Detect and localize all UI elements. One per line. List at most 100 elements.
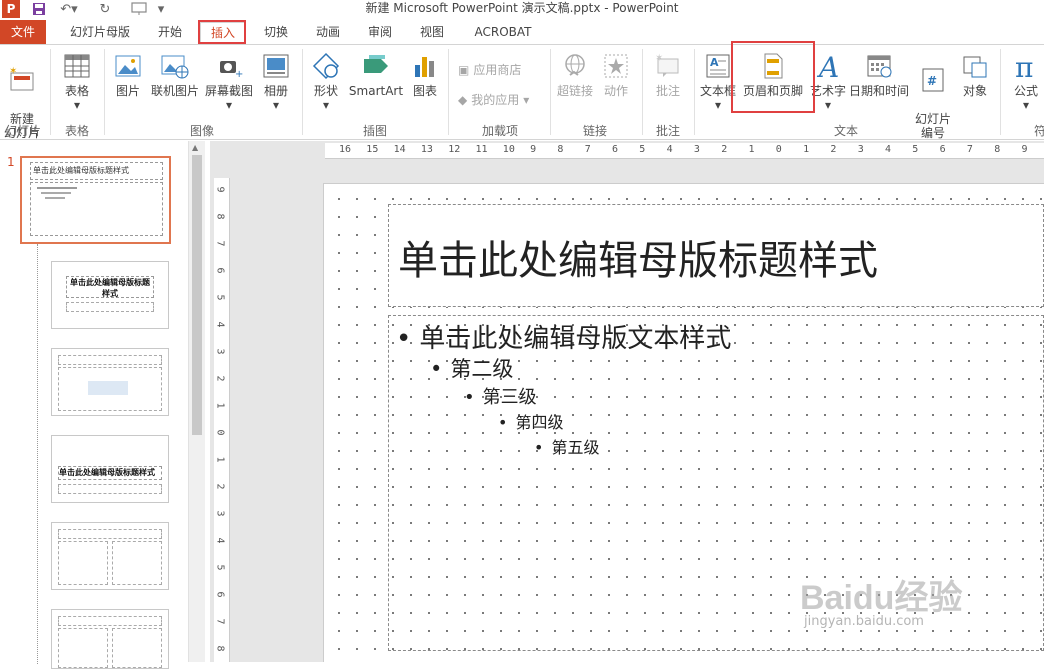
ruler-tick: 3 bbox=[693, 144, 700, 155]
ruler-tick: 5 bbox=[639, 144, 646, 155]
ruler-tick: 10 bbox=[502, 144, 515, 155]
svg-text:+: + bbox=[235, 69, 243, 80]
layout-thumbnail[interactable] bbox=[51, 348, 169, 416]
group-label-slides: 幻灯片 bbox=[4, 124, 41, 138]
group-label-tables: 表格 bbox=[64, 124, 89, 138]
action-button[interactable]: 动作 bbox=[598, 51, 634, 98]
chart-button[interactable]: 图表 bbox=[408, 51, 442, 98]
ribbon: ✶ 新建 幻灯片 幻灯片 表格 ▾ 表格 图片 联机图片 + 屏幕截图 ▾ 相册 ▾ … bbox=[0, 41, 1044, 140]
ruler-tick: 13 bbox=[420, 144, 433, 155]
ruler-tick: 4 bbox=[885, 144, 892, 155]
ruler-tick: 2 bbox=[721, 144, 728, 155]
group-label-symbols: 符 bbox=[1033, 124, 1044, 138]
equation-button[interactable]: π 公式 ▾ bbox=[1004, 51, 1044, 112]
ruler-tick: 5 bbox=[912, 144, 919, 155]
tab-file[interactable]: 文件 bbox=[0, 20, 46, 44]
ruler-tick: 1 bbox=[803, 144, 810, 155]
ruler-tick: 2 bbox=[830, 144, 837, 155]
header-footer-icon bbox=[764, 53, 783, 79]
textbox-button[interactable]: A 文本框 ▾ bbox=[698, 51, 738, 112]
object-button[interactable]: 对象 bbox=[956, 51, 994, 98]
ruler-tick: 6 bbox=[214, 267, 226, 274]
wordart-button[interactable]: A 艺术字 ▾ bbox=[808, 51, 848, 112]
ruler-tick: 9 bbox=[1021, 144, 1028, 155]
svg-text:π: π bbox=[1015, 51, 1033, 81]
ruler-tick: 6 bbox=[612, 144, 619, 155]
chart-icon bbox=[415, 57, 434, 77]
thumbnail-scrollbar[interactable]: ▲ bbox=[188, 141, 205, 662]
ruler-tick: 7 bbox=[214, 618, 226, 625]
layout-thumbnail[interactable] bbox=[51, 522, 169, 590]
group-label-illustrations: 插图 bbox=[362, 124, 387, 138]
layout-thumbnail[interactable] bbox=[51, 609, 169, 669]
group-label-addins: 加载项 bbox=[481, 124, 518, 138]
header-footer-button[interactable]: 页眉和页脚 bbox=[738, 51, 808, 98]
ruler-tick: 3 bbox=[214, 348, 226, 355]
comment-icon: ✶ bbox=[655, 53, 679, 77]
svg-text:✶: ✶ bbox=[9, 66, 17, 77]
store-icon: ▣ bbox=[458, 62, 470, 77]
ruler-tick: 1 bbox=[748, 144, 755, 155]
date-time-button[interactable]: 日期和时间 bbox=[848, 51, 910, 98]
ruler-tick: 8 bbox=[994, 144, 1001, 155]
group-label-comments: 批注 bbox=[655, 124, 680, 138]
app-store-button[interactable]: ▣ 应用商店 bbox=[458, 61, 521, 78]
ruler-tick: 12 bbox=[448, 144, 461, 155]
svg-text:A: A bbox=[710, 56, 719, 69]
watermark-url: jingyan.baidu.com bbox=[804, 614, 924, 629]
table-button[interactable]: 表格 ▾ bbox=[56, 51, 98, 112]
tab-view[interactable]: 视图 bbox=[410, 22, 454, 44]
tab-acrobat[interactable]: ACROBAT bbox=[466, 22, 540, 44]
ruler-tick: 9 bbox=[530, 144, 537, 155]
text-level-3: 第三级 bbox=[464, 383, 537, 409]
ruler-tick: 7 bbox=[966, 144, 973, 155]
ruler-tick: 8 bbox=[214, 645, 226, 652]
ruler-tick: 7 bbox=[214, 240, 226, 247]
title-bar: P ↶▾ ↻ ▾ 新建 Microsoft PowerPoint 演示文稿.pp… bbox=[0, 0, 1044, 20]
layout-thumbnail[interactable]: 单击此处编辑母版标题样式 bbox=[51, 435, 169, 503]
online-picture-icon bbox=[161, 55, 189, 79]
screenshot-button[interactable]: + 屏幕截图 ▾ bbox=[202, 51, 256, 112]
ruler-tick: 1 bbox=[214, 456, 226, 463]
window-title: 新建 Microsoft PowerPoint 演示文稿.pptx - Powe… bbox=[365, 1, 679, 15]
ruler-tick: 3 bbox=[857, 144, 864, 155]
hyperlink-icon bbox=[565, 54, 585, 76]
comment-button[interactable]: ✶ 批注 bbox=[648, 51, 688, 98]
shape-button[interactable]: 形状 ▾ bbox=[308, 51, 344, 112]
text-level-1: 单击此处编辑母版文本样式 bbox=[396, 318, 731, 355]
scrollbar-thumb[interactable] bbox=[192, 155, 202, 435]
screenshot-icon: + bbox=[220, 61, 243, 80]
master-thumbnail[interactable]: 单击此处编辑母版标题样式 bbox=[20, 156, 171, 244]
ruler-tick: 16 bbox=[339, 144, 352, 155]
ruler-tick: 5 bbox=[214, 564, 226, 571]
picture-button[interactable]: 图片 bbox=[110, 51, 146, 98]
ruler-tick: 14 bbox=[393, 144, 406, 155]
svg-text:✶: ✶ bbox=[655, 53, 663, 64]
my-apps-button[interactable]: ◆ 我的应用 ▾ bbox=[458, 91, 529, 108]
vertical-ruler: 9 8 7 6 5 4 3 2 1 0 1 2 3 4 5 6 7 8 bbox=[214, 178, 230, 662]
layout-thumbnail[interactable]: 单击此处编辑母版标题样式 bbox=[51, 261, 169, 329]
album-icon bbox=[263, 54, 289, 78]
album-button[interactable]: 相册 ▾ bbox=[258, 51, 294, 112]
ruler-tick: 1 bbox=[214, 402, 226, 409]
tab-review[interactable]: 审阅 bbox=[358, 22, 402, 44]
shape-icon bbox=[312, 52, 340, 80]
ruler-tick: 8 bbox=[557, 144, 564, 155]
ruler-tick: 2 bbox=[214, 483, 226, 490]
smartart-button[interactable]: SmartArt bbox=[346, 51, 406, 98]
hyperlink-button[interactable]: 超链接 bbox=[554, 51, 596, 98]
ruler-tick: 4 bbox=[214, 321, 226, 328]
ruler-tick: 6 bbox=[939, 144, 946, 155]
tab-transitions[interactable]: 切换 bbox=[254, 22, 298, 44]
ruler-tick: 6 bbox=[214, 591, 226, 598]
tab-home[interactable]: 开始 bbox=[148, 22, 192, 44]
tab-insert[interactable]: 插入 bbox=[200, 22, 246, 44]
online-picture-button[interactable]: 联机图片 bbox=[148, 51, 202, 98]
ruler-tick: 0 bbox=[214, 429, 226, 436]
scroll-up-icon[interactable]: ▲ bbox=[192, 143, 198, 152]
tab-slide-master[interactable]: 幻灯片母版 bbox=[60, 22, 140, 44]
text-level-5: 第五级 bbox=[534, 434, 599, 458]
text-level-4: 第四级 bbox=[498, 409, 563, 433]
svg-text:A: A bbox=[816, 51, 839, 81]
tab-animations[interactable]: 动画 bbox=[306, 22, 350, 44]
